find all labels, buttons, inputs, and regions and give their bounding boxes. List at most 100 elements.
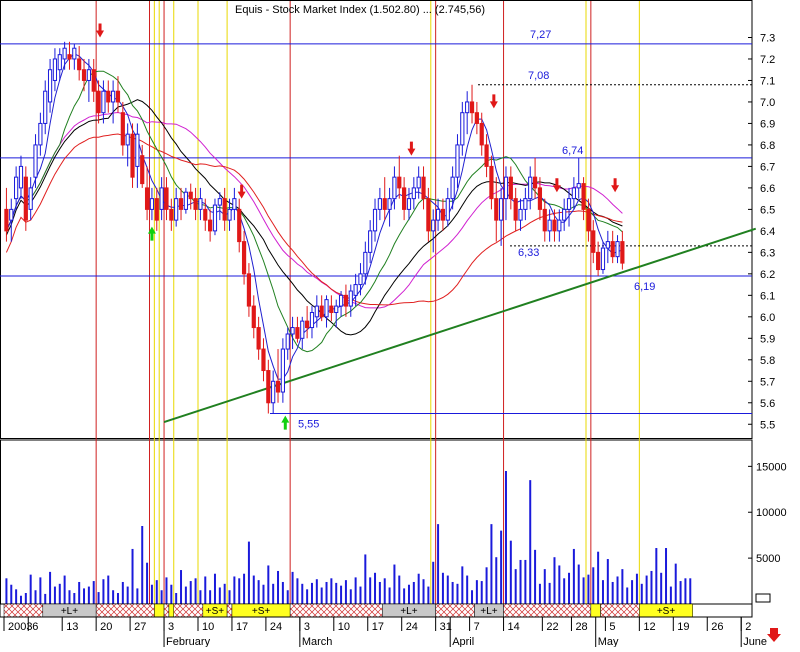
- y-tick-label: 6.0: [760, 312, 775, 324]
- candle-body: [18, 165, 24, 189]
- candle-body: [266, 370, 271, 404]
- y-tick-label: 6.8: [760, 140, 775, 152]
- band-segment: [503, 603, 592, 618]
- date-label: 12: [643, 621, 655, 633]
- candle-body: [275, 380, 281, 393]
- candle-body: [271, 380, 276, 404]
- level-label: 7,08: [528, 70, 549, 82]
- vol-tick-label: 10000: [756, 507, 787, 519]
- candle-body: [503, 176, 509, 200]
- candle-body: [52, 58, 58, 81]
- y-tick-label: 6.6: [760, 183, 775, 195]
- scroll-box-icon: [755, 593, 771, 603]
- chart-title: Equis - Stock Market Index (1.502.80) ..…: [235, 4, 485, 16]
- arrow-shape: [489, 94, 498, 109]
- vol-tick-label: 15000: [756, 461, 787, 473]
- candle-body: [280, 348, 285, 393]
- candle-body: [368, 230, 373, 253]
- level-label: 6,74: [562, 145, 583, 157]
- candle-body: [4, 208, 9, 232]
- band-segment: [168, 603, 174, 618]
- band-segment: [289, 603, 383, 618]
- candle-body: [358, 273, 363, 286]
- candle-body: [537, 187, 543, 210]
- down-arrow-icon: [767, 628, 781, 642]
- candle-body: [586, 208, 591, 232]
- candle-body: [387, 198, 392, 210]
- ma-magenta-line: [5, 111, 623, 309]
- band-segment: [590, 603, 601, 618]
- y-tick-label: 7.1: [760, 75, 775, 87]
- candle-body: [518, 208, 523, 221]
- candle-body: [343, 294, 349, 307]
- candle-body: [494, 198, 499, 221]
- candle-body: [86, 69, 91, 81]
- sell-arrow-icon: [96, 23, 105, 38]
- y-tick-label: 7.2: [760, 54, 775, 66]
- date-label: 7: [474, 621, 480, 633]
- arrow-shape: [552, 178, 561, 193]
- candle-body: [57, 54, 62, 71]
- candle-body: [469, 101, 475, 114]
- candle-body: [474, 112, 479, 124]
- candle-body: [581, 183, 586, 210]
- candle-body: [14, 176, 19, 200]
- candle-body: [431, 219, 436, 232]
- candle-body: [523, 198, 528, 210]
- arrow-shape: [281, 415, 290, 430]
- candle-body: [435, 208, 441, 221]
- candle-body: [290, 327, 295, 335]
- candle-body: [217, 198, 222, 206]
- date-label: 22: [546, 621, 558, 633]
- candle-body: [605, 241, 610, 249]
- date-label: 13: [66, 621, 78, 633]
- date-label: 14: [508, 621, 520, 633]
- candle-body: [508, 176, 513, 200]
- candle-body: [314, 305, 319, 318]
- candle-body: [256, 327, 261, 350]
- candle-body: [305, 320, 310, 329]
- candle-body: [144, 187, 150, 210]
- date-label: 20: [100, 621, 112, 633]
- candle-body: [610, 241, 615, 258]
- candle-body: [372, 208, 378, 232]
- candle-body: [324, 299, 329, 318]
- candle-body: [72, 47, 77, 60]
- candle-body: [159, 187, 164, 210]
- date-label: 6: [32, 621, 38, 633]
- date-label: 17: [236, 621, 248, 633]
- candle-body: [237, 208, 242, 243]
- candle-body: [363, 251, 368, 275]
- candle-body: [62, 47, 67, 60]
- candle-body: [120, 112, 125, 146]
- candle-body: [571, 187, 576, 200]
- candle-body: [198, 198, 203, 210]
- candle-body: [135, 133, 140, 167]
- date-label: 10: [202, 621, 214, 633]
- candle-body: [261, 348, 266, 372]
- band-segment: [95, 603, 155, 618]
- candle-body: [309, 312, 315, 329]
- date-label: 3: [304, 621, 310, 633]
- month-label: February: [166, 636, 211, 647]
- candle-body: [392, 176, 397, 200]
- candle-body: [149, 198, 155, 210]
- candle-body: [91, 69, 96, 92]
- candle-body: [111, 90, 116, 103]
- y-tick-label: 5.7: [760, 376, 775, 388]
- level-label: 6,19: [634, 281, 655, 293]
- candle-body: [232, 198, 237, 210]
- candle-body: [96, 90, 101, 114]
- candle-body: [193, 198, 198, 210]
- date-label: 2: [745, 621, 751, 633]
- candle-body: [411, 187, 416, 200]
- date-label: 24: [406, 621, 418, 633]
- date-label: 10: [338, 621, 350, 633]
- band-segment: [600, 603, 640, 618]
- date-label: 27: [134, 621, 146, 633]
- candle-body: [140, 155, 145, 185]
- candle-body: [125, 133, 130, 146]
- candle-body: [227, 208, 232, 221]
- y-tick-label: 5.8: [760, 355, 775, 367]
- date-label: 26: [711, 621, 723, 633]
